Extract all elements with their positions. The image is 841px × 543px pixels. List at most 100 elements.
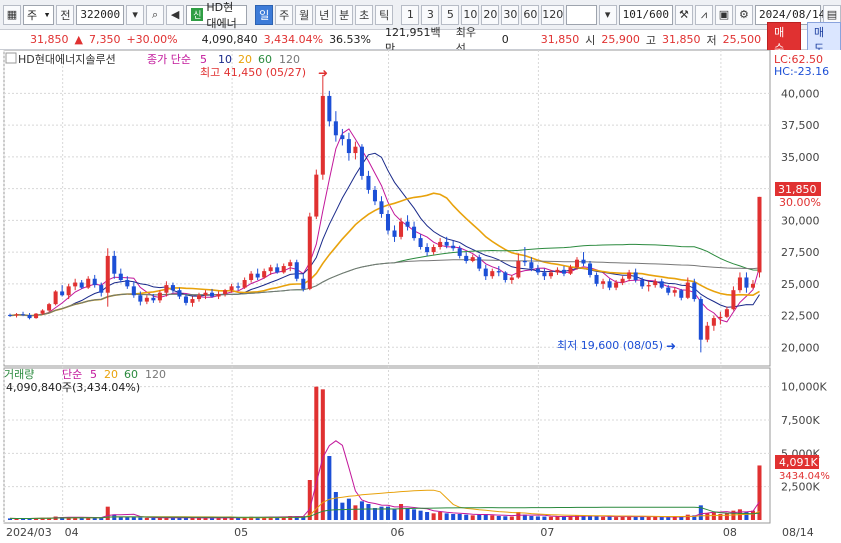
candle-body <box>685 282 690 298</box>
candle-body <box>535 268 540 273</box>
candle-body <box>21 314 26 316</box>
candle-body <box>236 286 241 288</box>
bar-count-field[interactable]: 101/600 <box>618 4 673 25</box>
market-combo[interactable]: 주 ▾ <box>23 4 55 25</box>
price-tick-label: 40,000 <box>781 87 820 100</box>
current-price: 31,850 <box>30 33 69 46</box>
volume-ma60: 60 <box>124 368 138 381</box>
period-second[interactable]: 초 <box>355 4 374 25</box>
volume-bar <box>105 506 110 520</box>
candle-body <box>157 292 162 301</box>
code-input[interactable]: 322000 <box>76 4 125 25</box>
search-icon[interactable]: ⌕ <box>146 4 165 25</box>
volume-pct-label: 3434.04% <box>779 471 830 482</box>
period-month[interactable]: 월 <box>295 4 314 25</box>
candle-body <box>151 297 156 301</box>
candle-body <box>659 281 664 288</box>
priority-value: 0 <box>501 33 509 46</box>
candle-body <box>366 175 371 190</box>
volume-bar <box>509 516 514 520</box>
candle-body <box>542 272 547 277</box>
gear-icon[interactable]: ⚙ <box>734 4 753 25</box>
stock-name-field[interactable]: 신 HD현대에너 <box>186 1 248 30</box>
legend-ma5: 5 <box>200 53 207 66</box>
candle-body <box>242 280 247 288</box>
volume-bar <box>750 510 755 520</box>
interval-60[interactable]: 60 <box>521 4 540 25</box>
hc-label: HC:-23.16 <box>774 65 829 78</box>
candle-body <box>490 271 495 277</box>
volume-bar <box>594 516 599 520</box>
pct-tag-label: 30.00% <box>779 196 821 209</box>
candle-body <box>705 325 710 340</box>
period-week[interactable]: 주 <box>275 4 294 25</box>
interval-dropdown-icon[interactable]: ▾ <box>598 4 617 25</box>
legend-ma20: 20 <box>238 53 252 66</box>
volume-bar <box>392 509 397 520</box>
volume-bar <box>457 514 462 520</box>
period-year[interactable]: 년 <box>315 4 334 25</box>
high-label: 고 <box>645 33 656 47</box>
volume-bar <box>405 508 410 520</box>
interval-120[interactable]: 120 <box>541 4 565 25</box>
volume-bar <box>464 514 469 520</box>
candle-body <box>496 271 501 273</box>
volume-bar <box>340 502 345 520</box>
time-tick-label: 07 <box>540 526 554 539</box>
volume-bar <box>359 501 364 520</box>
candle-body <box>34 313 39 319</box>
volume-ma20: 20 <box>104 368 118 381</box>
period-minute[interactable]: 분 <box>335 4 354 25</box>
candle-body <box>548 272 553 277</box>
interval-1[interactable]: 1 <box>401 4 420 25</box>
candle-body <box>477 257 482 269</box>
volume-value-label: 4,090,840주(3,434.04%) <box>6 381 140 394</box>
stock-badge: 신 <box>191 8 204 21</box>
volume-tick-label: 2,500K <box>781 481 820 494</box>
interval-10[interactable]: 10 <box>461 4 480 25</box>
candle-body <box>92 278 97 286</box>
candle-body <box>183 296 188 303</box>
candle-body <box>86 278 91 288</box>
current-price-2: 31,850 <box>540 33 580 46</box>
interval-20[interactable]: 20 <box>481 4 500 25</box>
volume-bar <box>529 516 534 520</box>
volume-bar <box>444 513 449 520</box>
bar-count: 101 <box>622 8 643 21</box>
interval-input[interactable] <box>566 4 597 25</box>
candle-body <box>594 274 599 284</box>
chart-type-icon[interactable]: ⩘ <box>694 4 713 25</box>
tools-icon[interactable]: ⚒ <box>674 4 693 25</box>
interval-5[interactable]: 5 <box>441 4 460 25</box>
time-tick-label: 05 <box>234 526 248 539</box>
volume-bar <box>333 492 338 520</box>
prev-button[interactable]: 전 <box>56 4 75 25</box>
grid-icon[interactable]: ▦ <box>3 4 21 25</box>
volume-bar <box>548 516 553 520</box>
volume-ratio: 3,434.04% <box>263 33 324 46</box>
price-chart[interactable]: 20,00022,50025,00027,50030,00032,50035,0… <box>0 50 841 543</box>
volume-bar <box>131 517 136 520</box>
period-tick[interactable]: 틱 <box>375 4 394 25</box>
candle-body <box>79 282 84 288</box>
candle-body <box>301 278 306 289</box>
candle-body <box>118 273 123 281</box>
candle-body <box>125 280 130 287</box>
candle-body <box>53 291 58 305</box>
speaker-icon[interactable]: ◀ <box>166 4 185 25</box>
candle-body <box>392 230 397 237</box>
interval-3[interactable]: 3 <box>421 4 440 25</box>
interval-30[interactable]: 30 <box>501 4 520 25</box>
time-tick-label: 08/14 <box>782 526 814 539</box>
volume-ma-title: 단순 <box>62 368 82 381</box>
volume-bar <box>353 505 358 520</box>
volume-bar <box>490 515 495 520</box>
code-dropdown-icon[interactable]: ▾ <box>126 4 145 25</box>
volume-bar <box>418 510 423 520</box>
candle-body <box>223 290 228 294</box>
period-day[interactable]: 일 <box>255 4 274 25</box>
save-icon[interactable]: ▣ <box>714 4 733 25</box>
volume-bar <box>372 508 377 520</box>
volume-bar <box>210 518 215 520</box>
volume-bar <box>503 516 508 520</box>
